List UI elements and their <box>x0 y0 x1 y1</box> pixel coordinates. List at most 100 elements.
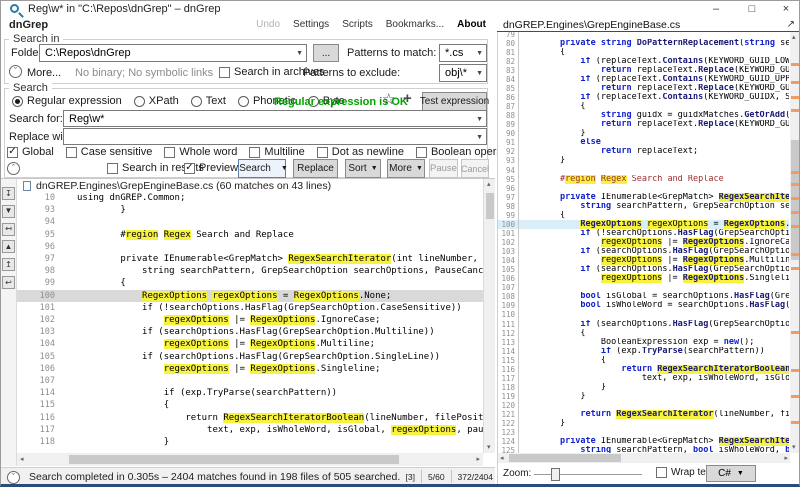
collapse-all-button[interactable]: ↤ <box>2 222 15 236</box>
result-line-117[interactable]: 117 text, exp, isWholeWord, isGlobal, re… <box>17 424 483 436</box>
result-line-99[interactable]: 99 { <box>17 277 483 289</box>
result-line-101[interactable]: 101 if (!searchOptions.HasFlag(GrepSearc… <box>17 302 483 314</box>
folder-input[interactable]: C:\Repos\dnGrep ▼ <box>39 44 307 62</box>
results-vertical-scrollbar[interactable]: ▴ ▾ <box>483 179 495 453</box>
result-line-102[interactable]: 102 regexOptions |= RegexOptions.IgnoreC… <box>17 314 483 326</box>
result-line-93[interactable]: 93 } <box>17 204 483 216</box>
minimize-button[interactable]: – <box>703 1 729 17</box>
result-line-107[interactable]: 107 <box>17 375 483 387</box>
line-number: 96 <box>505 183 515 193</box>
option-checkbox-global[interactable]: ✓ Global <box>7 146 54 158</box>
result-line-10[interactable]: 10 using dnGREP.Common; <box>17 192 483 204</box>
test-expression-button[interactable]: Test expression <box>420 92 489 111</box>
result-line-95[interactable]: 95 #region Regex Search and Replace <box>17 229 483 241</box>
title-bar[interactable]: Reg\w* in "C:\Repos\dnGrep" – dnGrep – □… <box>1 1 799 18</box>
bookmark-star-icon[interactable]: ☆ <box>382 90 395 108</box>
next-file-button[interactable]: ↧ <box>2 187 15 200</box>
preview-hscroll-thumb[interactable] <box>509 454 621 462</box>
result-line-116[interactable]: 116 return RegexSearchIteratorBoolean(li… <box>17 412 483 424</box>
sort-button[interactable]: Sort ▼ <box>345 159 381 178</box>
search-split-arrow-icon[interactable]: ▼ <box>281 165 288 172</box>
patterns-match-input[interactable]: *.cs ▼ <box>439 44 487 62</box>
menu-settings[interactable]: Settings <box>293 19 329 30</box>
preview-vscroll-thumb[interactable] <box>791 140 799 260</box>
search-button[interactable]: Search ▼ <box>238 159 288 178</box>
result-line-96[interactable]: 96 <box>17 241 483 253</box>
menu-undo[interactable]: Undo <box>256 19 280 30</box>
syntax-dropdown-icon[interactable]: ▼ <box>737 470 744 477</box>
preview-scroll-up-icon[interactable]: ▴ <box>792 34 796 41</box>
scroll-left-icon[interactable]: ◂ <box>20 456 24 463</box>
next-match-button[interactable]: ▼ <box>2 204 15 218</box>
folder-dropdown-icon[interactable]: ▼ <box>296 50 303 57</box>
result-line-97[interactable]: 97 private IEnumerable<GrepMatch> RegexS… <box>17 253 483 265</box>
result-line-114[interactable]: 114 if (exp.TryParse(searchPattern)) <box>17 387 483 399</box>
result-line-105[interactable]: 105 if (searchOptions.HasFlag(GrepSearch… <box>17 351 483 363</box>
sort-dropdown-icon[interactable]: ▼ <box>371 165 378 172</box>
replace-button[interactable]: Replace <box>293 159 338 178</box>
result-line-106[interactable]: 106 regexOptions |= RegexOptions.Singlel… <box>17 363 483 375</box>
patterns-match-dropdown-icon[interactable]: ▼ <box>476 50 483 57</box>
search-for-input[interactable]: Reg\w* ▼ <box>63 110 487 127</box>
patterns-exclude-dropdown-icon[interactable]: ▼ <box>476 70 483 77</box>
reset-scroll-button[interactable]: ↩ <box>2 276 15 289</box>
more-options-chevron-icon[interactable]: ˇ <box>9 65 22 78</box>
previous-match-button[interactable]: ▲ <box>2 240 15 254</box>
add-bookmark-plus-icon[interactable]: + <box>403 90 412 107</box>
menu-bookmarks[interactable]: Bookmarks... <box>386 19 444 30</box>
replace-with-dropdown-icon[interactable]: ▼ <box>476 134 483 141</box>
more-dropdown-icon[interactable]: ▼ <box>416 165 423 172</box>
result-line-118[interactable]: 118 } <box>17 436 483 448</box>
open-external-icon[interactable]: ↗ <box>787 19 795 30</box>
more-label[interactable]: More... <box>27 67 61 79</box>
results-vscroll-thumb[interactable] <box>486 193 494 219</box>
zoom-slider-thumb[interactable] <box>551 468 560 481</box>
preview-scroll-down-icon[interactable]: ▾ <box>792 444 796 451</box>
cancel-button[interactable]: Cancel <box>461 159 489 178</box>
radio-circle-icon[interactable] <box>133 95 145 107</box>
menu-about[interactable]: About <box>457 19 486 30</box>
maximize-button[interactable]: □ <box>739 1 765 17</box>
option-checkbox-dot-as-newline[interactable]: Dot as newline <box>316 146 404 158</box>
radio-circle-icon[interactable] <box>12 95 23 107</box>
option-checkbox-whole-word[interactable]: Whole word <box>164 146 237 158</box>
wrap-text-checkbox[interactable]: Wrap text <box>656 467 714 478</box>
results-hscroll-thumb[interactable] <box>69 455 399 464</box>
browse-folder-button[interactable]: ... <box>313 44 339 62</box>
pause-button[interactable]: Pause <box>429 159 458 178</box>
result-line-94[interactable]: 94 <box>17 216 483 228</box>
scroll-up-icon[interactable]: ▴ <box>487 181 491 188</box>
search-mode-radio-text[interactable]: Text <box>190 95 226 107</box>
scroll-down-icon[interactable]: ▾ <box>487 444 491 451</box>
result-line-104[interactable]: 104 regexOptions |= RegexOptions.Multili… <box>17 338 483 350</box>
status-chevron-icon[interactable]: ˇ <box>7 471 20 484</box>
search-mode-radio-regular-expression[interactable]: Regular expression <box>12 95 122 107</box>
match-marker <box>791 331 799 334</box>
preview-scroll-left-icon[interactable]: ◂ <box>500 455 504 462</box>
radio-circle-icon[interactable] <box>190 95 202 107</box>
search-in-archives-box[interactable] <box>219 66 230 78</box>
preview-scroll-right-icon[interactable]: ▸ <box>784 455 788 462</box>
close-button[interactable]: × <box>773 1 799 17</box>
result-line-100[interactable]: 100 RegexOptions regexOptions = RegexOpt… <box>17 289 483 302</box>
line-number: 110 <box>501 310 515 320</box>
scroll-right-icon[interactable]: ▸ <box>476 456 480 463</box>
preview-horizontal-scrollbar[interactable]: ◂ ▸ <box>498 453 790 463</box>
option-checkbox-multiline[interactable]: Multiline <box>249 146 305 158</box>
replace-with-input[interactable]: ▼ <box>63 128 487 145</box>
option-checkbox-case-sensitive[interactable]: Case sensitive <box>65 146 152 158</box>
menu-scripts[interactable]: Scripts <box>342 19 373 30</box>
more-button[interactable]: More ▼ <box>387 159 425 178</box>
preview-line-123: 123 <box>498 428 789 437</box>
search-for-dropdown-icon[interactable]: ▼ <box>476 116 483 123</box>
results-horizontal-scrollbar[interactable]: ◂ ▸ <box>17 453 483 466</box>
result-line-115[interactable]: 115 { <box>17 399 483 411</box>
collapse-form-chevron-icon[interactable]: ˆ <box>7 162 20 175</box>
result-line-103[interactable]: 103 if (searchOptions.HasFlag(GrepSearch… <box>17 326 483 338</box>
patterns-exclude-input[interactable]: obj\* ▼ <box>439 64 487 82</box>
previous-file-button[interactable]: ↥ <box>2 258 15 272</box>
syntax-select[interactable]: C# ▼ <box>706 465 756 482</box>
search-mode-radio-xpath[interactable]: XPath <box>133 95 179 107</box>
radio-circle-icon[interactable] <box>237 95 249 107</box>
result-line-98[interactable]: 98 string searchPattern, GrepSearchOptio… <box>17 265 483 277</box>
